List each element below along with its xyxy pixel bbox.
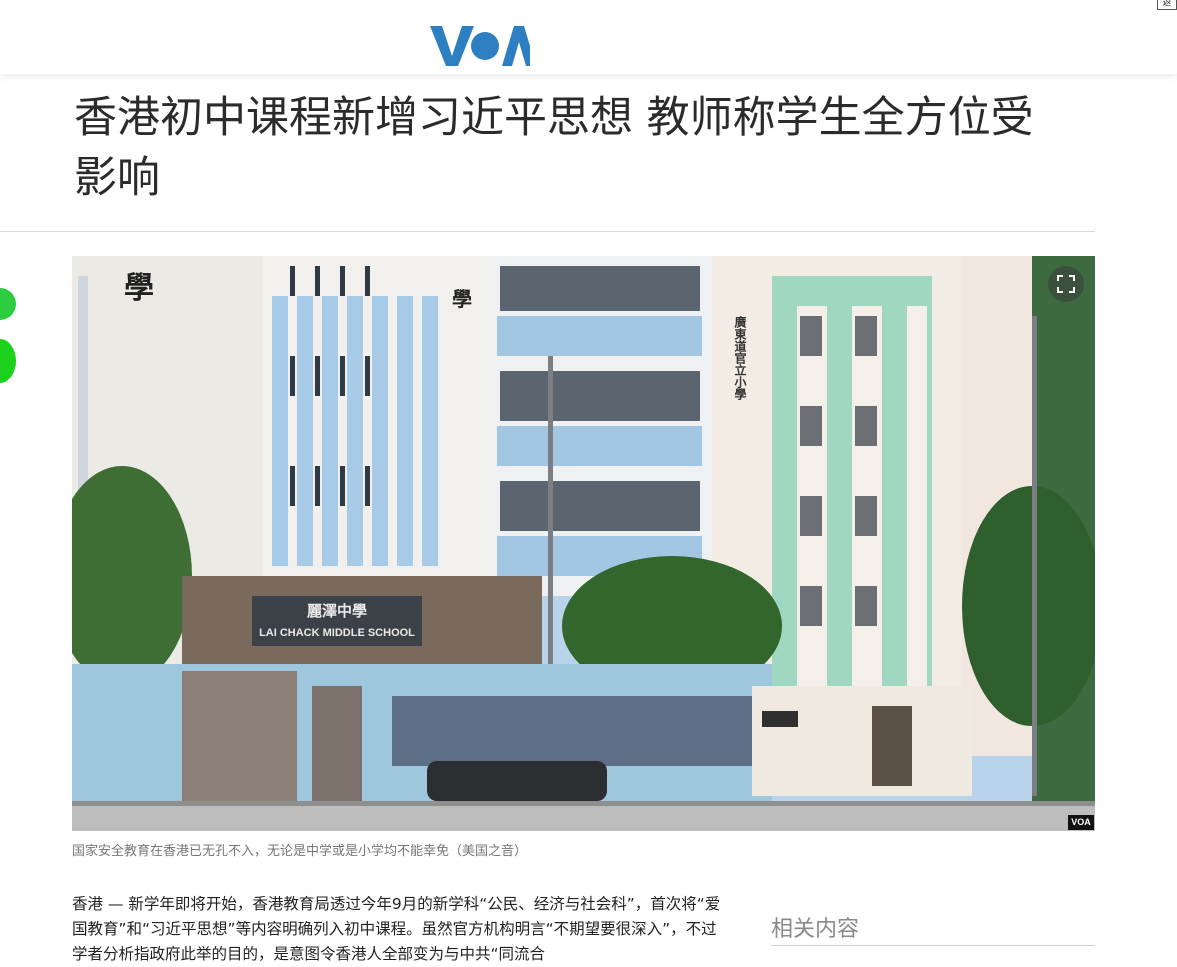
- image-watermark: VOA: [1068, 815, 1094, 830]
- building-char-left: 學: [124, 271, 154, 306]
- vertical-school-sign: 廣東道官立小學: [733, 315, 747, 401]
- site-header: 返: [0, 0, 1177, 74]
- school-sign-english: LAI CHACK MIDDLE SCHOOL: [259, 627, 415, 639]
- article-title: 香港初中课程新增习近平思想 教师称学生全方位受影响: [74, 93, 1034, 203]
- expand-icon: [1057, 275, 1075, 293]
- related-divider: [771, 945, 1095, 946]
- corner-button[interactable]: 返: [1157, 0, 1177, 10]
- fullscreen-button[interactable]: [1048, 266, 1084, 302]
- line-icon[interactable]: [0, 339, 16, 383]
- logo-mark: [430, 24, 536, 77]
- related-content-heading: 相关内容: [771, 917, 860, 942]
- voa-logo[interactable]: [430, 24, 536, 77]
- share-green-icon[interactable]: [0, 288, 16, 320]
- title-divider: [0, 231, 1095, 232]
- article-body: 香港 — 新学年即将开始，香港教育局透过今年9月的新学科“公民、经济与社会科”，…: [72, 895, 721, 963]
- photo-caption: 国家安全教育在香港已无孔不入，无论是中学或是小学均不能幸免（美国之音）: [72, 844, 528, 859]
- article-photo[interactable]: 學 學 廣東道官立小學 麗澤中學 LAI CHACK MIDDLE SCHOOL: [72, 256, 1095, 831]
- school-sign-chinese: 麗澤中學: [307, 602, 367, 620]
- building-char-right: 學: [452, 287, 472, 311]
